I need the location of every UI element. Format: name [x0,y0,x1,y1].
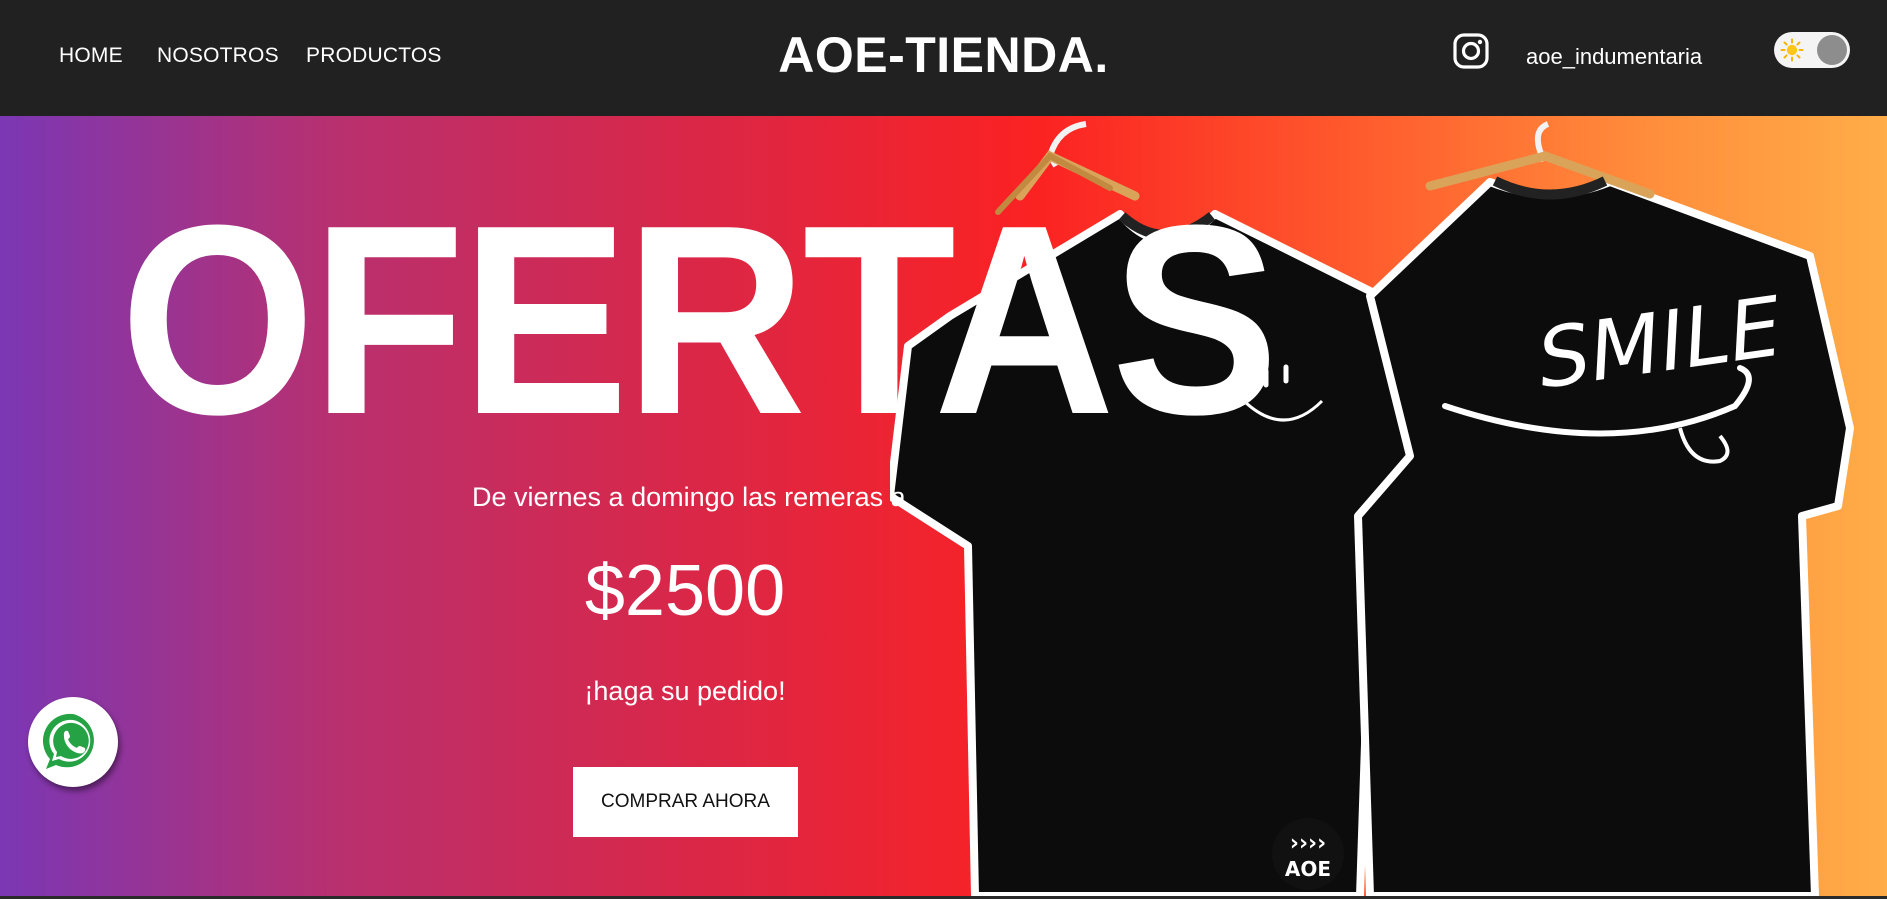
svg-text:››››: ›››› [1290,831,1326,856]
theme-toggle[interactable] [1774,32,1850,68]
whatsapp-icon [42,713,94,769]
tshirt-back-image: SMILE [1354,121,1854,896]
hero-price: $2500 [584,551,786,631]
hero-banner: ›››› AOE SMILE OFERTAS De viernes a domi… [0,116,1887,896]
comprar-ahora-button[interactable]: COMPRAR AHORA [573,767,798,837]
nav-link-productos[interactable]: PRODUCTOS [306,44,442,68]
svg-text:AOE: AOE [1285,857,1331,881]
nav-link-nosotros[interactable]: NOSOTROS [157,44,279,68]
nav-link-home[interactable]: HOME [59,44,123,68]
instagram-handle-link[interactable]: aoe_indumentaria [1526,44,1702,70]
hero-subtitle: De viernes a domingo las remeras a [472,482,906,512]
hero-call-to-action: ¡haga su pedido! [584,676,786,706]
aoe-logo-badge: ›››› AOE [1272,818,1344,890]
hero-title: OFERTAS [120,170,1279,471]
brand-logo-text[interactable]: AOE-TIENDA. [778,27,1109,83]
whatsapp-button[interactable] [28,697,118,787]
navbar: HOME NOSOTROS PRODUCTOS AOE-TIENDA. aoe_… [0,0,1887,116]
sun-icon [1780,38,1804,62]
toggle-knob [1817,35,1847,65]
instagram-icon[interactable] [1452,32,1490,70]
